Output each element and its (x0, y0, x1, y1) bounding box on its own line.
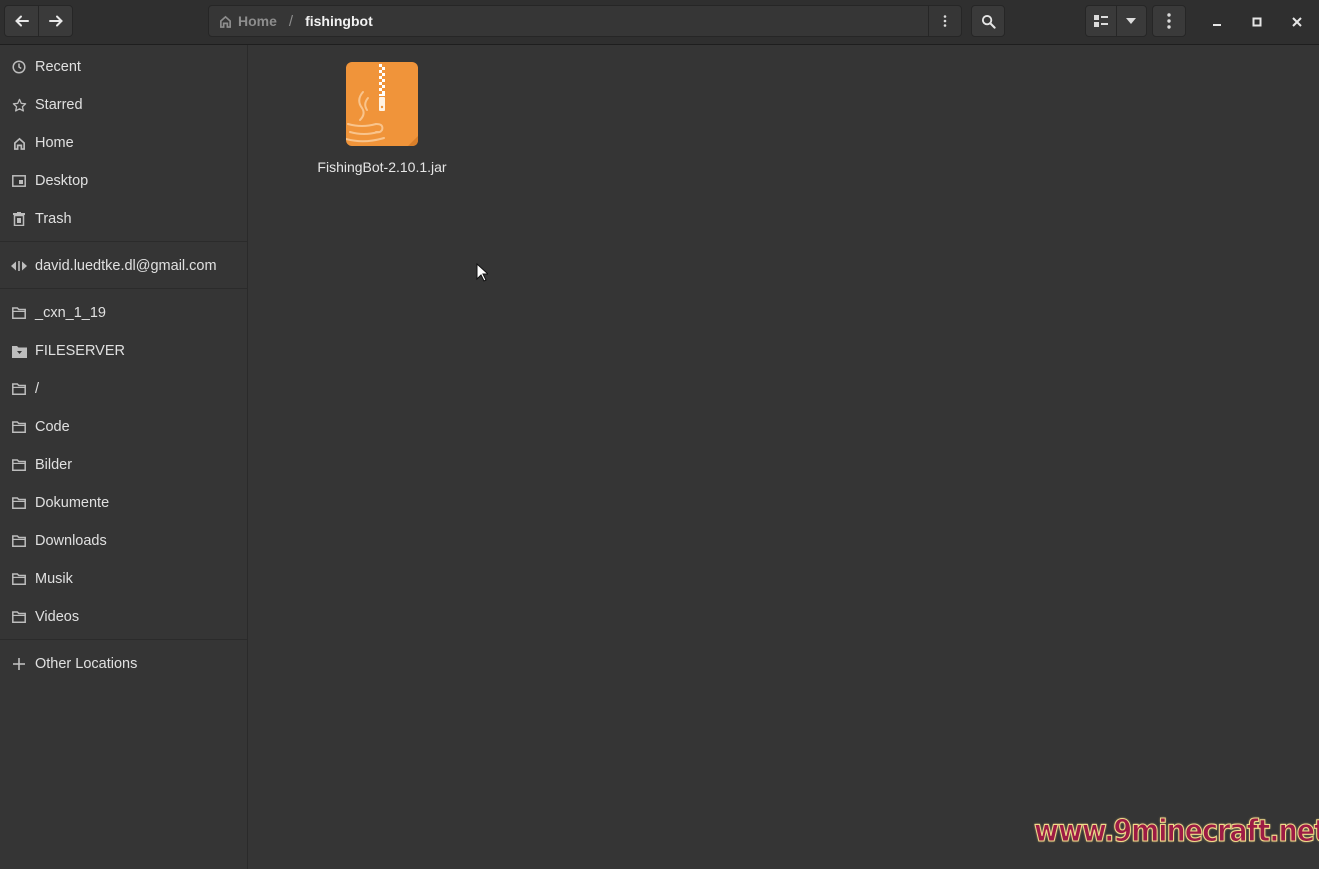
watermark: www.9minecraft.net (1034, 814, 1319, 850)
folder-icon (11, 305, 27, 321)
view-toggle-button[interactable] (1086, 6, 1116, 36)
sidebar-item-root[interactable]: / (0, 370, 247, 408)
back-button[interactable] (5, 6, 38, 36)
caret-down-icon (1126, 18, 1137, 24)
sidebar-item-label: / (35, 381, 40, 397)
clock-icon (11, 59, 27, 75)
trash-icon (11, 211, 27, 227)
arrow-right-icon (48, 15, 63, 27)
file-item[interactable]: FishingBot-2.10.1.jar (306, 62, 458, 175)
sidebar-item-label: _cxn_1_19 (35, 305, 106, 321)
header-bar: Home / fishingbot (0, 0, 1319, 45)
sidebar-item-videos[interactable]: Videos (0, 598, 247, 636)
sidebar-item-cxn-1-19[interactable]: _cxn_1_19 (0, 294, 247, 332)
folder-icon (11, 419, 27, 435)
sidebar-item-home[interactable]: Home (0, 124, 247, 162)
java-archive-icon (345, 62, 418, 146)
sidebar-item-code[interactable]: Code (0, 408, 247, 446)
list-view-icon (1093, 15, 1108, 27)
search-button[interactable] (971, 5, 1005, 37)
sidebar-item-label: Dokumente (35, 495, 110, 511)
sidebar-item-dokumente[interactable]: Dokumente (0, 484, 247, 522)
sidebar-item-starred[interactable]: Starred (0, 86, 247, 124)
sidebar-item-trash[interactable]: Trash (0, 200, 247, 238)
network-folder-icon (11, 343, 27, 359)
sidebar-item-label: Home (35, 135, 74, 151)
vertical-dots-icon (943, 15, 947, 27)
sidebar-item-musik[interactable]: Musik (0, 560, 247, 598)
file-name: FishingBot-2.10.1.jar (317, 159, 447, 175)
sidebar-divider (0, 241, 247, 242)
sidebar-item-recent[interactable]: Recent (0, 48, 247, 86)
sidebar-item-bilder[interactable]: Bilder (0, 446, 247, 484)
mouse-cursor-icon (476, 262, 490, 287)
minimize-icon (1213, 24, 1221, 26)
maximize-button[interactable] (1243, 8, 1271, 36)
sidebar-item-account[interactable]: david.luedtke.dl@gmail.com (0, 247, 247, 285)
sidebar-item-label: FILESERVER (35, 343, 125, 359)
path-bar: Home / fishingbot (208, 5, 962, 37)
sidebar-item-label: Desktop (35, 173, 89, 189)
kebab-menu-icon (1167, 13, 1171, 29)
folder-icon (11, 571, 27, 587)
view-options-dropdown[interactable] (1115, 6, 1147, 36)
sidebar-item-label: Trash (35, 211, 72, 227)
folder-icon (11, 457, 27, 473)
home-icon (220, 15, 231, 28)
sidebar-item-label: Other Locations (35, 656, 138, 672)
breadcrumb-current[interactable]: fishingbot (305, 13, 373, 29)
minimize-button[interactable] (1203, 8, 1231, 36)
arrow-left-icon (14, 15, 29, 27)
main-menu-button[interactable] (1152, 5, 1186, 37)
sidebar-item-label: Starred (35, 97, 83, 113)
sidebar-item-label: Videos (35, 609, 80, 625)
sidebar-item-label: david.luedtke.dl@gmail.com (35, 258, 217, 274)
sidebar-item-label: Recent (35, 59, 81, 75)
navigation-buttons (4, 5, 73, 37)
forward-button[interactable] (38, 6, 72, 36)
network-share-icon (11, 258, 27, 274)
maximize-icon (1252, 17, 1262, 27)
desktop-icon (11, 173, 27, 189)
sidebar: Recent Starred Home Desktop Trash david.… (0, 45, 248, 869)
folder-icon (11, 609, 27, 625)
breadcrumb-home[interactable]: Home (219, 13, 277, 29)
sidebar-item-label: Bilder (35, 457, 73, 473)
home-icon (11, 135, 27, 151)
sidebar-divider (0, 639, 247, 640)
search-icon (981, 14, 996, 29)
view-controls (1085, 5, 1147, 37)
plus-icon (11, 656, 27, 672)
breadcrumb-separator: / (288, 12, 294, 30)
sidebar-item-label: Code (35, 419, 70, 435)
path-menu-button[interactable] (928, 6, 961, 36)
close-button[interactable] (1283, 8, 1311, 36)
sidebar-divider (0, 288, 247, 289)
folder-icon (11, 495, 27, 511)
sidebar-item-fileserver[interactable]: FILESERVER (0, 332, 247, 370)
sidebar-item-downloads[interactable]: Downloads (0, 522, 247, 560)
breadcrumb-home-label: Home (238, 13, 277, 29)
sidebar-item-other-locations[interactable]: Other Locations (0, 645, 247, 683)
folder-icon (11, 381, 27, 397)
sidebar-item-label: Musik (35, 571, 73, 587)
sidebar-item-label: Downloads (35, 533, 107, 549)
star-icon (11, 97, 27, 113)
sidebar-item-desktop[interactable]: Desktop (0, 162, 247, 200)
folder-icon (11, 533, 27, 549)
close-icon (1292, 17, 1302, 27)
